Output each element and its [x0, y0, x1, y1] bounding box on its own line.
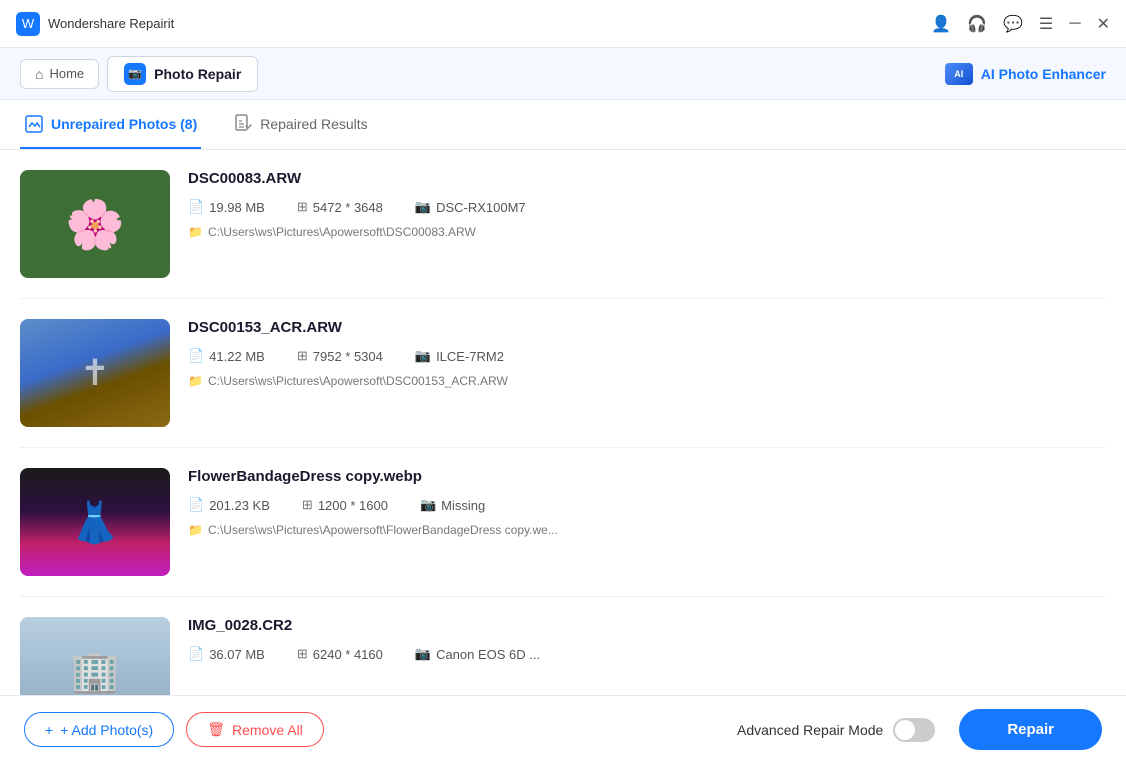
menu-icon[interactable]: ☰ [1039, 14, 1053, 34]
folder-icon: 📁 [188, 523, 203, 537]
file-path: 📁 C:\Users\ws\Pictures\Apowersoft\DSC001… [188, 374, 1106, 388]
photo-item: IMG_0028.CR2 📄 36.07 MB ⊞ 6240 * 4160 📷 … [20, 597, 1106, 695]
photo-repair-section: 📷 Photo Repair [107, 56, 258, 92]
dimension-icon: ⊞ [302, 497, 313, 513]
photo-info: DSC00083.ARW 📄 19.98 MB ⊞ 5472 * 3648 📷 … [188, 170, 1106, 239]
file-path: 📁 C:\Users\ws\Pictures\Apowersoft\DSC000… [188, 225, 1106, 239]
tab-bar: Unrepaired Photos (8) Repaired Results [0, 100, 1126, 150]
camera-model: 📷 DSC-RX100M7 [415, 199, 526, 215]
tab-unrepaired[interactable]: Unrepaired Photos (8) [20, 100, 201, 149]
photo-meta: 📄 41.22 MB ⊞ 7952 * 5304 📷 ILCE-7RM2 [188, 348, 1106, 364]
camera-model: 📷 ILCE-7RM2 [415, 348, 504, 364]
file-icon: 📄 [188, 646, 204, 662]
photo-list: DSC00083.ARW 📄 19.98 MB ⊞ 5472 * 3648 📷 … [0, 150, 1126, 695]
file-size: 📄 19.98 MB [188, 199, 265, 215]
dimension-icon: ⊞ [297, 646, 308, 662]
advanced-mode-toggle[interactable] [893, 718, 935, 742]
bottom-bar: + + Add Photo(s) 🗑 Remove All Advanced R… [0, 695, 1126, 763]
headphone-icon[interactable]: 🎧 [967, 14, 987, 34]
advanced-mode-label: Advanced Repair Mode [737, 722, 883, 738]
ai-enhancer-button[interactable]: AI AI Photo Enhancer [945, 63, 1106, 85]
ai-badge: AI [945, 63, 973, 85]
dimensions: ⊞ 1200 * 1600 [302, 497, 388, 513]
tab-repaired[interactable]: Repaired Results [229, 100, 371, 149]
folder-icon: 📁 [188, 225, 203, 239]
photo-meta: 📄 19.98 MB ⊞ 5472 * 3648 📷 DSC-RX100M7 [188, 199, 1106, 215]
repair-button[interactable]: Repair [959, 709, 1102, 750]
file-size: 📄 36.07 MB [188, 646, 265, 662]
app-icon: W [16, 12, 40, 36]
repair-label: Repair [1007, 721, 1054, 738]
minimize-button[interactable]: ─ [1069, 15, 1080, 33]
photo-name: IMG_0028.CR2 [188, 617, 1106, 634]
dimension-icon: ⊞ [297, 348, 308, 364]
chat-icon[interactable]: 💬 [1003, 14, 1023, 34]
repaired-tab-icon [233, 114, 253, 134]
camera-icon: 📷 [420, 497, 436, 513]
tab-repaired-label: Repaired Results [260, 116, 367, 132]
home-label: Home [49, 66, 84, 81]
photo-name: DSC00153_ACR.ARW [188, 319, 1106, 336]
photo-meta: 📄 36.07 MB ⊞ 6240 * 4160 📷 Canon EOS 6D … [188, 646, 1106, 662]
photo-thumbnail [20, 617, 170, 695]
nav-bar: ⌂ Home 📷 Photo Repair AI AI Photo Enhanc… [0, 48, 1126, 100]
app-title: Wondershare Repairit [48, 16, 174, 31]
add-photos-button[interactable]: + + Add Photo(s) [24, 712, 174, 747]
camera-model: 📷 Missing [420, 497, 485, 513]
title-bar-controls: 👤 🎧 💬 ☰ ─ ✕ [931, 14, 1110, 34]
title-bar-left: W Wondershare Repairit [16, 12, 174, 36]
ai-enhancer-label: AI Photo Enhancer [981, 66, 1106, 82]
photo-info: IMG_0028.CR2 📄 36.07 MB ⊞ 6240 * 4160 📷 … [188, 617, 1106, 672]
home-icon: ⌂ [35, 66, 43, 82]
dimensions: ⊞ 5472 * 3648 [297, 199, 383, 215]
title-bar: W Wondershare Repairit 👤 🎧 💬 ☰ ─ ✕ [0, 0, 1126, 48]
nav-left: ⌂ Home 📷 Photo Repair [20, 56, 258, 92]
remove-all-button[interactable]: 🗑 Remove All [186, 712, 324, 747]
close-button[interactable]: ✕ [1097, 14, 1110, 34]
photo-repair-label: Photo Repair [154, 66, 241, 82]
file-icon: 📄 [188, 199, 204, 215]
photo-repair-icon: 📷 [124, 63, 146, 85]
unrepaired-tab-icon [24, 114, 44, 134]
photo-item: FlowerBandageDress copy.webp 📄 201.23 KB… [20, 448, 1106, 597]
remove-label: Remove All [232, 722, 303, 738]
camera-icon: 📷 [415, 199, 431, 215]
photo-item: DSC00083.ARW 📄 19.98 MB ⊞ 5472 * 3648 📷 … [20, 150, 1106, 299]
tab-unrepaired-label: Unrepaired Photos (8) [51, 116, 197, 132]
camera-icon: 📷 [415, 348, 431, 364]
dimensions: ⊞ 7952 * 5304 [297, 348, 383, 364]
photo-name: FlowerBandageDress copy.webp [188, 468, 1106, 485]
photo-info: DSC00153_ACR.ARW 📄 41.22 MB ⊞ 7952 * 530… [188, 319, 1106, 388]
file-icon: 📄 [188, 497, 204, 513]
file-size: 📄 41.22 MB [188, 348, 265, 364]
photo-info: FlowerBandageDress copy.webp 📄 201.23 KB… [188, 468, 1106, 537]
bottom-right: Advanced Repair Mode Repair [737, 709, 1102, 750]
file-path: 📁 C:\Users\ws\Pictures\Apowersoft\Flower… [188, 523, 1106, 537]
photo-thumbnail [20, 319, 170, 427]
home-button[interactable]: ⌂ Home [20, 59, 99, 89]
folder-icon: 📁 [188, 374, 203, 388]
advanced-mode-control: Advanced Repair Mode [737, 718, 935, 742]
photo-thumbnail [20, 468, 170, 576]
photo-thumbnail [20, 170, 170, 278]
dimension-icon: ⊞ [297, 199, 308, 215]
file-icon: 📄 [188, 348, 204, 364]
trash-icon: 🗑 [207, 721, 225, 738]
photo-name: DSC00083.ARW [188, 170, 1106, 187]
bottom-left: + + Add Photo(s) 🗑 Remove All [24, 712, 324, 747]
add-label: + Add Photo(s) [60, 722, 153, 738]
dimensions: ⊞ 6240 * 4160 [297, 646, 383, 662]
account-icon[interactable]: 👤 [931, 14, 951, 34]
camera-icon: 📷 [415, 646, 431, 662]
camera-model: 📷 Canon EOS 6D ... [415, 646, 540, 662]
photo-meta: 📄 201.23 KB ⊞ 1200 * 1600 📷 Missing [188, 497, 1106, 513]
add-icon: + [45, 722, 53, 738]
file-size: 📄 201.23 KB [188, 497, 270, 513]
main-content: Unrepaired Photos (8) Repaired Results D… [0, 100, 1126, 695]
photo-item: DSC00153_ACR.ARW 📄 41.22 MB ⊞ 7952 * 530… [20, 299, 1106, 448]
